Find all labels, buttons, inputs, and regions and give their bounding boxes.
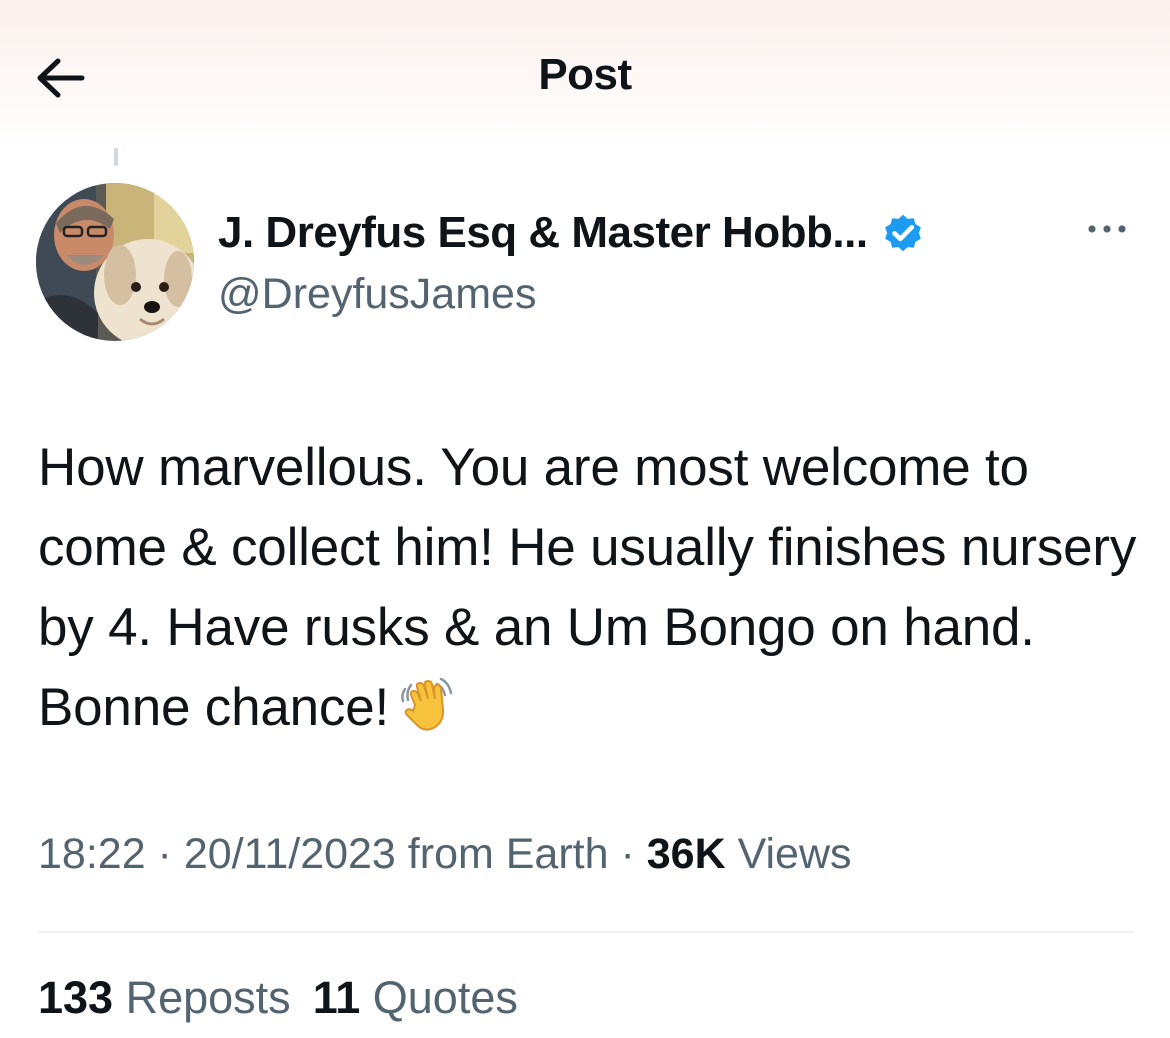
page-title: Post	[538, 50, 632, 99]
waving-hand-emoji	[397, 675, 455, 756]
quotes-stat[interactable]: 11 Quotes	[313, 972, 518, 1023]
engagement-stats: 133 Reposts 11 Quotes	[38, 972, 518, 1024]
post-date[interactable]: 20/11/2023	[184, 830, 396, 878]
meta-separator: ·	[608, 830, 647, 878]
divider	[38, 931, 1134, 933]
reposts-count: 133	[38, 972, 114, 1023]
more-options-button[interactable]	[1082, 212, 1132, 246]
views-count: 36K	[646, 830, 726, 878]
post-page: Post J. Dreyfus Esq & Master Hobb... @Dr…	[0, 0, 1170, 1038]
author-display-name[interactable]: J. Dreyfus Esq & Master Hobb...	[218, 208, 868, 258]
author-name-row: J. Dreyfus Esq & Master Hobb...	[218, 203, 926, 263]
author-avatar[interactable]	[36, 183, 194, 341]
tweet-text: How marvellous. You are most welcome to …	[38, 438, 1137, 737]
meta-separator: ·	[145, 830, 184, 878]
tweet-body: How marvellous. You are most welcome to …	[38, 428, 1138, 756]
post-metadata: 18:22 · 20/11/2023 from Earth · 36K View…	[38, 830, 852, 879]
quotes-count: 11	[312, 972, 361, 1023]
post-source: from Earth	[395, 830, 609, 878]
views-label: Views	[725, 830, 852, 878]
reposts-stat[interactable]: 133 Reposts	[38, 972, 291, 1023]
avatar-photo	[36, 183, 194, 341]
verified-badge-icon	[884, 214, 921, 252]
author-handle[interactable]: @DreyfusJames	[218, 270, 536, 319]
reposts-label: Reposts	[113, 972, 291, 1023]
quotes-label: Quotes	[360, 972, 518, 1023]
post-time[interactable]: 18:22	[38, 830, 146, 878]
thread-connector-line	[114, 148, 118, 166]
more-horizontal-icon	[1088, 225, 1126, 233]
top-bar: Post	[0, 0, 1170, 150]
